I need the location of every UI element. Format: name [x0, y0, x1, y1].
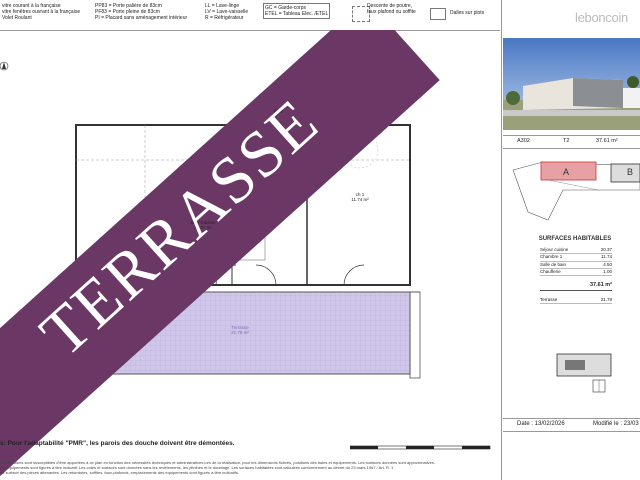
legend-item: faux plafond ou soffite	[367, 9, 416, 15]
legend-col-doors: PP83 = Porte palière de 83cm PF83 = Port…	[95, 3, 187, 21]
floor-plan	[0, 30, 440, 480]
surface-value: 11.74	[601, 254, 612, 260]
key-plan	[556, 353, 612, 393]
pmr-note: s: Pour l'adaptabilité "PMR", les parois…	[0, 440, 235, 447]
lot-info-bar: A302 T2 37.61 m²	[503, 135, 640, 149]
building-b-label: B	[627, 167, 634, 177]
legend-col-beam: Descente de poutre, faux plafond ou soff…	[367, 3, 416, 15]
surface-label: Salle de bain	[540, 261, 567, 267]
surface-row: Salle de bain 4.50	[540, 262, 612, 269]
room-terrace: Terrasse 21.78 m²	[215, 325, 265, 335]
room-bedroom: ch 1 11.74 m²	[335, 192, 385, 202]
surface-total-row: 37.61 m²	[540, 276, 612, 292]
room-area: 21.78 m²	[231, 330, 249, 335]
legend-swatch-slabs	[430, 8, 446, 20]
legend-item: PI = Placard sans aménagement intérieur	[95, 15, 188, 21]
plan-legend: vitre courant à la française vitre fenêt…	[0, 0, 500, 31]
room-area: 11.74 m²	[351, 197, 369, 202]
surfaces-title: SURFACES HABITABLES	[538, 236, 612, 242]
building-photo	[503, 38, 640, 130]
lot-type: T2	[563, 138, 570, 144]
surface-row: Chaufferie 1.00	[540, 268, 612, 277]
legend-item: ETEL = Tableau Elec. /ETEL	[265, 11, 329, 17]
legend-item: Dalles sur plots	[450, 10, 485, 16]
terrace-row: Terrasse 21.78	[540, 297, 612, 305]
terrace-value: 21.78	[600, 297, 612, 303]
lot-area: 37.61 m²	[596, 138, 618, 144]
surface-row: Séjour cuisine 20.37	[540, 247, 612, 255]
modified-label: Modifié le : 23/03	[593, 421, 639, 427]
surface-label: Chambre 1	[540, 254, 563, 260]
surface-value: 1.00	[603, 268, 612, 274]
legend-col-appliances: LL = Lave-linge LV = Lave-vaisselle R = …	[205, 3, 248, 21]
disclaimer: modifications sont susceptibles d'être a…	[0, 460, 500, 475]
surface-label: Chaufferie	[540, 268, 561, 274]
site-plan	[512, 161, 640, 221]
legend-item: R = Réfrigérateur	[205, 15, 244, 21]
lot-number: A302	[517, 138, 530, 144]
north-arrow-icon	[0, 61, 9, 71]
legend-col-windows: vitre courant à la française vitre fenêt…	[2, 3, 80, 21]
terrace-label: Terrasse	[540, 297, 558, 303]
surface-value: 4.50	[603, 261, 612, 267]
leboncoin-logo: leboncoin	[575, 10, 628, 25]
surface-row: Chambre 1 11.74	[540, 254, 612, 262]
building-a-label: A	[563, 167, 570, 177]
legend-col-slabs: Dalles sur plots	[450, 10, 484, 16]
legend-col-gc: GC = Garde-corps ETEL = Tableau Elec. /E…	[263, 3, 331, 19]
surfaces-table: Séjour cuisine 20.37 Chambre 1 11.74 Salle…	[540, 247, 612, 305]
surface-label: Séjour cuisine	[540, 247, 569, 252]
date-label: Date : 13/02/2026	[517, 421, 565, 427]
disclaimer-line: de surface des pièces attenantes. Les re…	[0, 470, 239, 475]
dates-bar: Date : 13/02/2026 Modifié le : 23/03	[503, 418, 640, 432]
surface-value: 20.37	[600, 247, 612, 252]
legend-item: Volet Roulant	[2, 15, 32, 21]
surface-total: 37.61 m²	[589, 282, 612, 289]
